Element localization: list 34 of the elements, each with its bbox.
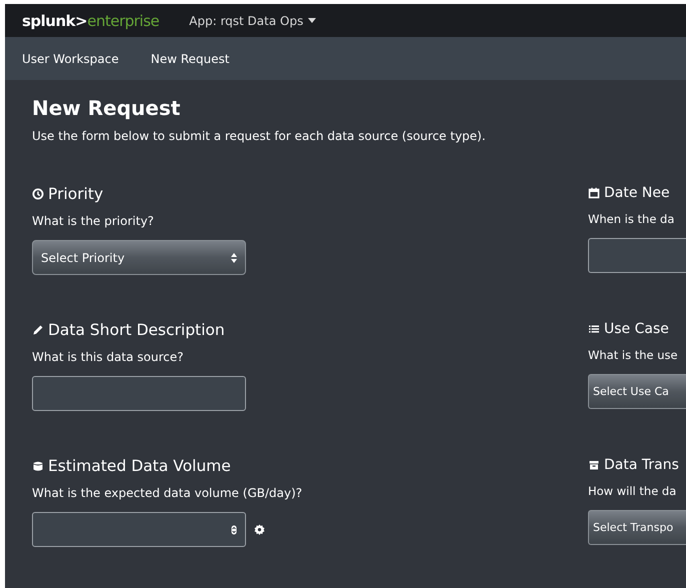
text-input[interactable] [588,238,686,273]
field-label: Date Nee [604,185,670,201]
pencil-icon [32,324,44,336]
calendar-icon [588,187,600,199]
select-dropdown[interactable]: Select Priority [32,240,246,275]
select-dropdown[interactable]: Select Transpo [588,510,686,545]
caret-icon [308,18,316,23]
clock-icon [32,188,44,200]
field-question: What is the expected data volume (GB/day)? [32,486,304,500]
nav-link[interactable]: User Workspace [22,52,119,66]
field-label: Priority [48,185,104,203]
number-input[interactable] [32,512,246,547]
settings-icon[interactable] [254,524,265,535]
field-question: What is the use [588,348,679,362]
app-menu[interactable]: App: rqst Data Ops [189,14,316,28]
field-label: Data Trans [604,457,679,473]
nav-link[interactable]: New Request [150,52,230,66]
page-title: New Request [32,96,182,120]
box-icon [588,459,600,471]
database-icon [32,460,44,472]
field-question: When is the da [588,212,676,226]
field-question: What is this data source? [32,350,185,364]
product-logo[interactable]: splunk>enterprise [22,12,160,30]
page-description: Use the form below to submit a request for each data source (source type). [32,129,487,143]
field-question: How will the da [588,484,678,498]
up-down-arrows-icon [231,252,237,262]
field-label: Use Case [604,321,669,337]
field-label: Data Short Description [48,321,225,339]
list-icon [588,323,600,335]
field-question: What is the priority? [32,214,155,228]
field-label: Estimated Data Volume [48,457,231,475]
text-input[interactable] [32,376,246,411]
stepper-icon [231,524,237,534]
select-dropdown[interactable]: Select Use Ca [588,374,686,409]
